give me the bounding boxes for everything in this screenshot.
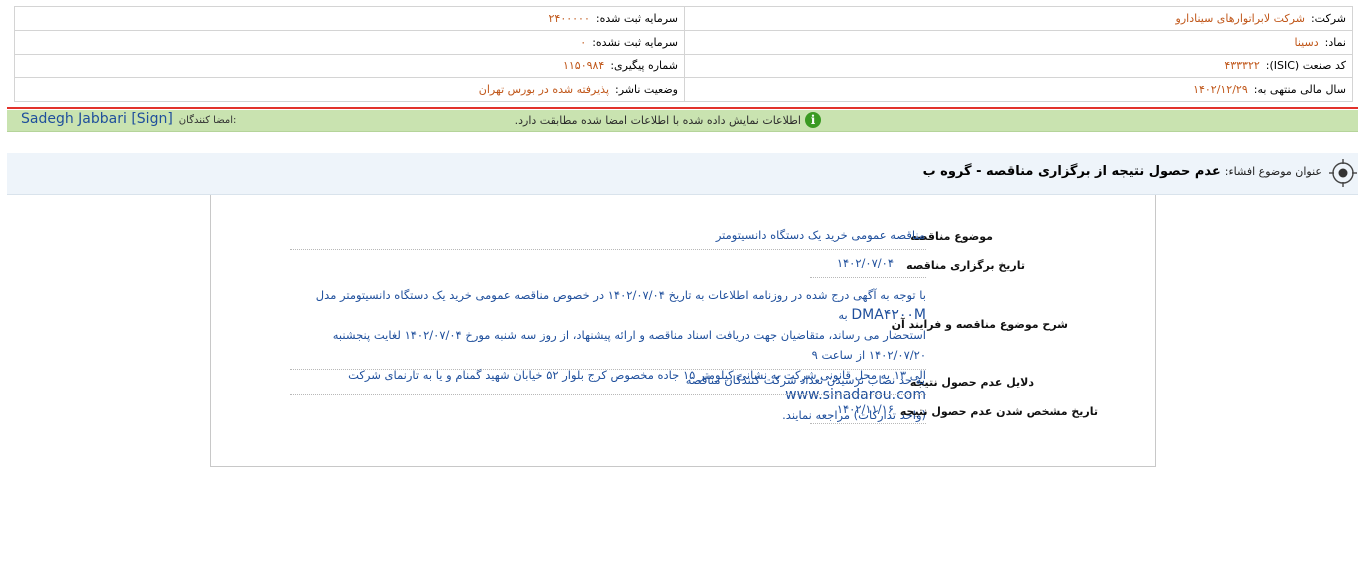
fiscal-year-label: سال مالی منتهی به: [1253,83,1346,97]
info-icon: i [805,112,821,128]
publisher-status-label: وضعیت ناشر: [615,83,678,97]
row-divider [290,394,926,395]
isic-label: کد صنعت (ISIC): [1265,59,1346,73]
tracking-number-value: ۱۱۵۰۹۸۴ [562,59,605,73]
publisher-status-value: پذیرفته شده در بورس تهران [478,83,610,97]
signature-verification-bar: i اطلاعات نمایش داده شده با اطلاعات امضا… [7,110,1358,132]
signers-label: امضا کنندگان: [178,115,237,126]
tender-subject-value: مناقصه عمومی خرید یک دستگاه دانسیتومتر [715,228,925,242]
row-divider [810,277,926,278]
description-line-2: استحضار می رساند، متقاضیان جهت دریافت اس… [332,328,926,362]
company-cell: شرکت: شرکت لابراتوارهای سینادارو [684,6,1353,31]
tracking-number-cell: شماره پیگیری: ۱۱۵۰۹۸۴ [14,53,685,79]
unregistered-capital-value: ۰ [580,35,587,49]
reasons-value: به حد نصاب نرسیدن تعداد شرکت کنندگان منا… [685,373,925,387]
fiscal-year-value: ۱۴۰۲/۱۲/۲۹ [1193,83,1248,97]
registered-capital-label: سرمایه ثبت شده: [595,11,678,25]
description-line-1: با توجه به آگهی درج شده در روزنامه اطلاع… [288,285,926,325]
isic-value: ۴۳۳۳۲۲ [1224,59,1260,73]
disclosure-subject-label: عنوان موضوع افشاء: [1224,165,1322,178]
publisher-status-cell: وضعیت ناشر: پذیرفته شده در بورس تهران [14,77,685,102]
symbol-label: نماد: [1324,35,1346,49]
reasons-label: دلایل عدم حصول نتیجه [909,376,1034,389]
disclosure-title: عنوان موضوع افشاء:عدم حصول نتیجه از برگز… [923,164,1322,179]
registered-capital-cell: سرمایه ثبت شده: ۲۴۰۰۰۰۰ [14,6,685,31]
description-value: با توجه به آگهی درج شده در روزنامه اطلاع… [288,285,926,425]
registered-capital-value: ۲۴۰۰۰۰۰ [548,11,590,25]
disclosure-subject-value: عدم حصول نتیجه از برگزاری مناقصه - گروه … [922,164,1221,179]
description-line-1-text: با توجه به آگهی درج شده در روزنامه اطلاع… [315,288,926,302]
description-line-1-end: به [838,308,848,322]
symbol-value: دسینا [1294,35,1319,49]
verification-message: i اطلاعات نمایش داده شده با اطلاعات امضا… [515,112,821,128]
isic-cell: کد صنعت (ISIC): ۴۳۳۳۲۲ [684,53,1353,79]
verification-text: اطلاعات نمایش داده شده با اطلاعات امضا ش… [514,113,801,127]
company-value: شرکت لابراتوارهای سینادارو [1175,11,1305,25]
company-label: شرکت: [1310,11,1346,25]
signers: Sadegh Jabbari [Sign] امضا کنندگان: [21,111,236,127]
fiscal-year-cell: سال مالی منتهی به: ۱۴۰۲/۱۲/۲۹ [684,77,1353,102]
model-number: DMA۴۲۰۰M [851,307,926,323]
target-icon [1329,159,1357,187]
tracking-number-label: شماره پیگیری: [610,59,678,73]
result-date-value: ۱۴۰۲/۱۱/۱۶ [836,402,894,416]
row-divider [810,423,926,424]
description-line-4: (واحد تدارکات) مراجعه نمایند. [782,408,926,422]
signer-name-link[interactable]: Sadegh Jabbari [Sign] [21,111,173,127]
row-divider [290,369,926,370]
row-divider [290,249,926,250]
unregistered-capital-label: سرمایه ثبت نشده: [592,35,678,49]
symbol-cell: نماد: دسینا [684,29,1353,55]
result-date-label: تاریخ مشخص شدن عدم حصول نتیجه [899,405,1098,418]
header-divider [7,107,1358,109]
tender-date-value: ۱۴۰۲/۰۷/۰۴ [836,256,894,270]
company-info-table: شرکت: شرکت لابراتوارهای سینادارو سرمایه ث… [14,6,1353,102]
disclosure-title-bar: عنوان موضوع افشاء:عدم حصول نتیجه از برگز… [7,153,1358,195]
unregistered-capital-cell: سرمایه ثبت نشده: ۰ [14,29,685,55]
tender-date-label: تاریخ برگزاری مناقصه [906,259,1025,272]
company-website: www.sinadarou.com [785,387,926,403]
